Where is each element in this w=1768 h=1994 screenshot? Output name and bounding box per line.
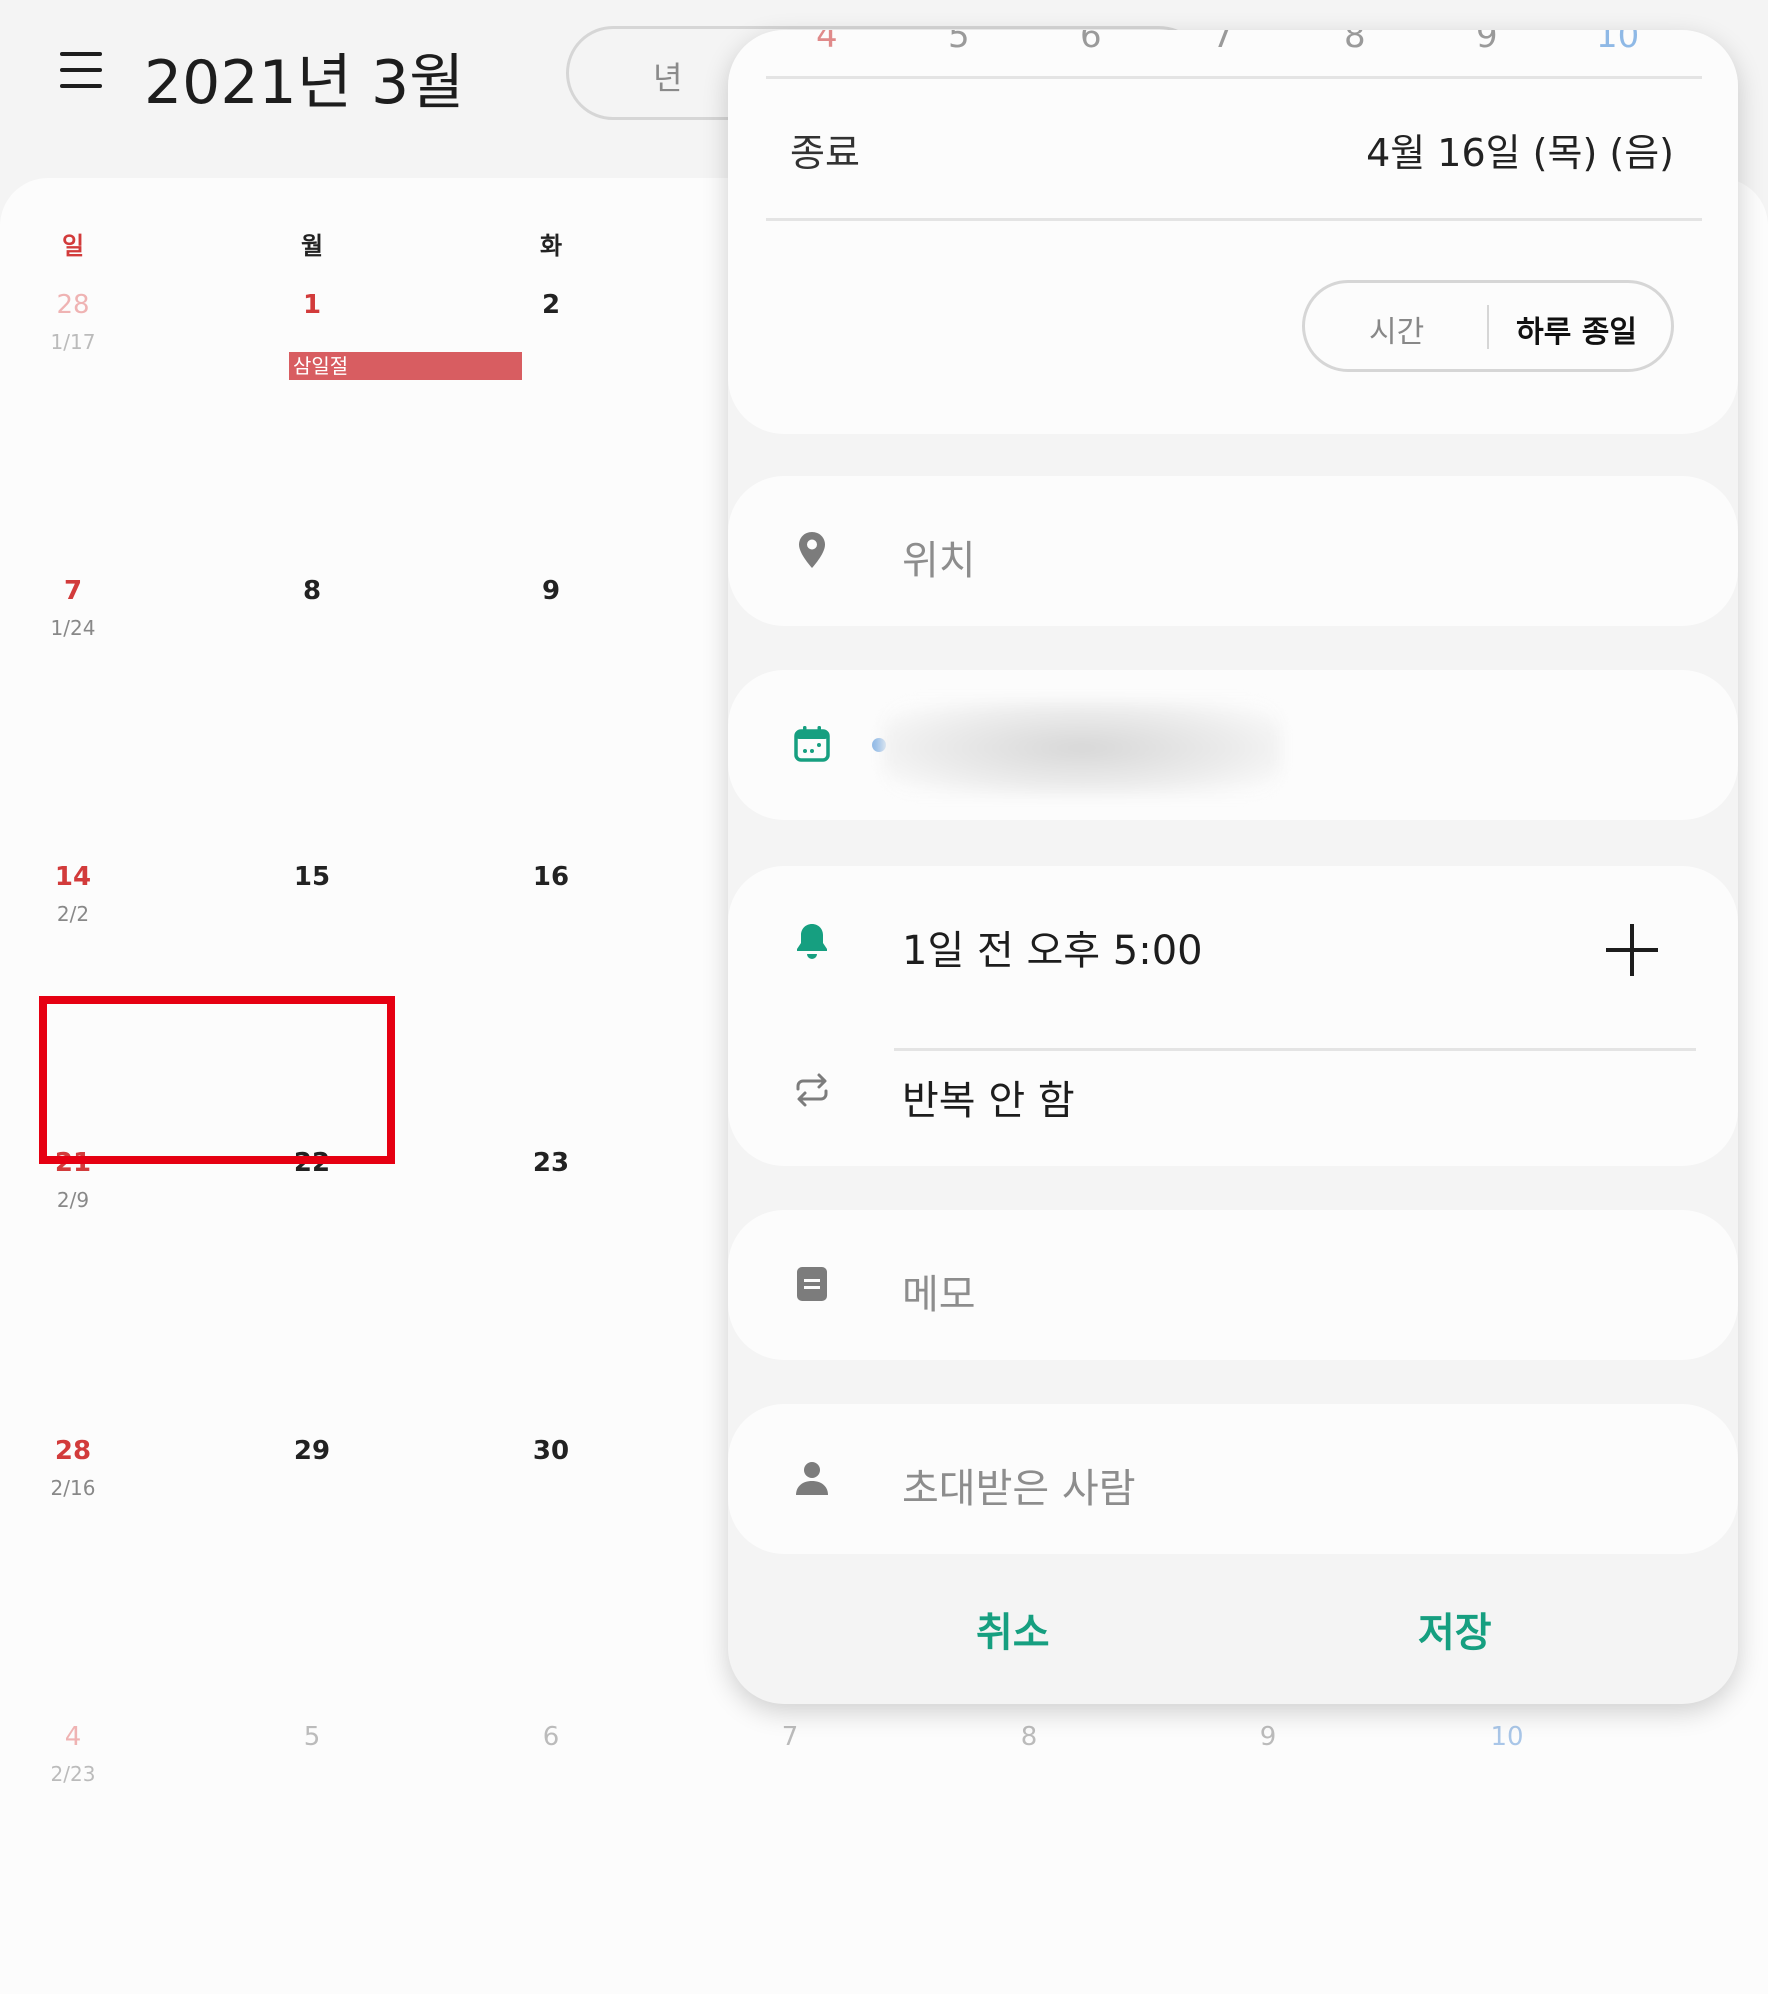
memo-row[interactable]: 메모 (728, 1210, 1738, 1360)
divider (766, 76, 1702, 79)
calendar-select-row[interactable] (728, 670, 1738, 820)
day-cell[interactable]: 7 (64, 576, 82, 606)
day-cell[interactable]: 10 (1490, 1722, 1523, 1752)
invitees-input[interactable]: 초대받은 사람 (902, 1456, 1136, 1514)
location-row[interactable]: 위치 (728, 476, 1738, 626)
day-cell[interactable]: 30 (533, 1436, 569, 1466)
day-cell[interactable]: 15 (294, 862, 330, 892)
save-button[interactable]: 저장 (1418, 1600, 1492, 1658)
day-cell[interactable]: 29 (294, 1436, 330, 1466)
date-card: 4 5 6 7 8 9 10 종료 4월 16일 (목) (음) 시간 하루 종… (728, 30, 1738, 434)
lunar-date: 2/23 (50, 1762, 96, 1786)
day-cell[interactable]: 4 (65, 1722, 82, 1752)
person-icon (796, 1462, 828, 1495)
picker-number: 8 (1344, 30, 1366, 56)
day-cell[interactable]: 23 (533, 1148, 569, 1178)
picker-number: 5 (948, 30, 970, 56)
event-editor-panel: 4 5 6 7 8 9 10 종료 4월 16일 (목) (음) 시간 하루 종… (728, 30, 1738, 1704)
weekday-sun: 일 (61, 232, 85, 260)
weekday-tue: 화 (539, 232, 563, 260)
picker-number: 6 (1080, 30, 1102, 56)
day-cell[interactable]: 14 (55, 862, 91, 892)
toggle-divider (1487, 305, 1489, 349)
repeat-value[interactable]: 반복 안 함 (902, 1068, 1075, 1126)
weekday-mon: 월 (300, 232, 324, 260)
scrolled-date-picker: 4 5 6 7 8 9 10 (816, 30, 1716, 56)
day-cell[interactable]: 7 (782, 1722, 799, 1752)
location-input[interactable]: 위치 (902, 528, 976, 586)
lunar-date: 1/17 (50, 330, 96, 354)
lunar-date: 2/16 (50, 1476, 96, 1500)
picker-number: 10 (1596, 30, 1640, 56)
picker-number: 9 (1476, 30, 1498, 56)
day-cell[interactable]: 28 (56, 290, 89, 320)
day-cell[interactable]: 1 (303, 290, 321, 320)
memo-icon (797, 1267, 827, 1301)
reminder-repeat-card: 1일 전 오후 5:00 반복 안 함 (728, 866, 1738, 1166)
bell-icon (797, 924, 827, 959)
location-pin-icon (799, 532, 825, 568)
end-date-value[interactable]: 4월 16일 (목) (음) (1366, 122, 1674, 177)
picker-number: 4 (816, 30, 838, 56)
lunar-date: 2/9 (56, 1188, 90, 1212)
calendar-app: 2021년 3월 년 일 월 화 28 1/17 1 2 삼일절 7 1/24 … (0, 0, 1768, 1994)
memo-input[interactable]: 메모 (902, 1262, 976, 1320)
cancel-button[interactable]: 취소 (976, 1600, 1050, 1658)
menu-icon[interactable] (60, 52, 110, 96)
holiday-event[interactable]: 삼일절 (289, 352, 522, 380)
time-mode-toggle[interactable]: 시간 하루 종일 (1302, 280, 1674, 372)
day-cell[interactable]: 5 (304, 1722, 321, 1752)
lunar-date: 2/2 (56, 902, 90, 926)
day-cell[interactable]: 6 (543, 1722, 560, 1752)
reminder-value[interactable]: 1일 전 오후 5:00 (902, 918, 1203, 976)
month-title[interactable]: 2021년 3월 (144, 34, 464, 121)
end-label: 종료 (790, 131, 860, 175)
divider (894, 1048, 1696, 1051)
lunar-date: 1/24 (50, 616, 96, 640)
day-cell[interactable]: 2 (542, 290, 560, 320)
day-cell[interactable]: 9 (542, 576, 560, 606)
picker-number: 7 (1212, 30, 1234, 56)
day-cell[interactable]: 9 (1260, 1722, 1277, 1752)
invitees-row[interactable]: 초대받은 사람 (728, 1404, 1738, 1554)
blurred-calendar-name (882, 700, 1282, 796)
time-option[interactable]: 시간 (1369, 307, 1424, 351)
day-cell[interactable]: 16 (533, 862, 569, 892)
day-cell[interactable]: 8 (303, 576, 321, 606)
divider (766, 218, 1702, 221)
calendar-icon (794, 726, 830, 762)
repeat-icon (796, 1073, 828, 1107)
all-day-option[interactable]: 하루 종일 (1516, 307, 1637, 351)
day-cell[interactable]: 8 (1021, 1722, 1038, 1752)
day-cell[interactable]: 28 (55, 1436, 91, 1466)
highlight-box (39, 996, 395, 1164)
plus-icon[interactable] (1606, 924, 1658, 976)
view-option-year[interactable]: 년 (653, 53, 682, 99)
